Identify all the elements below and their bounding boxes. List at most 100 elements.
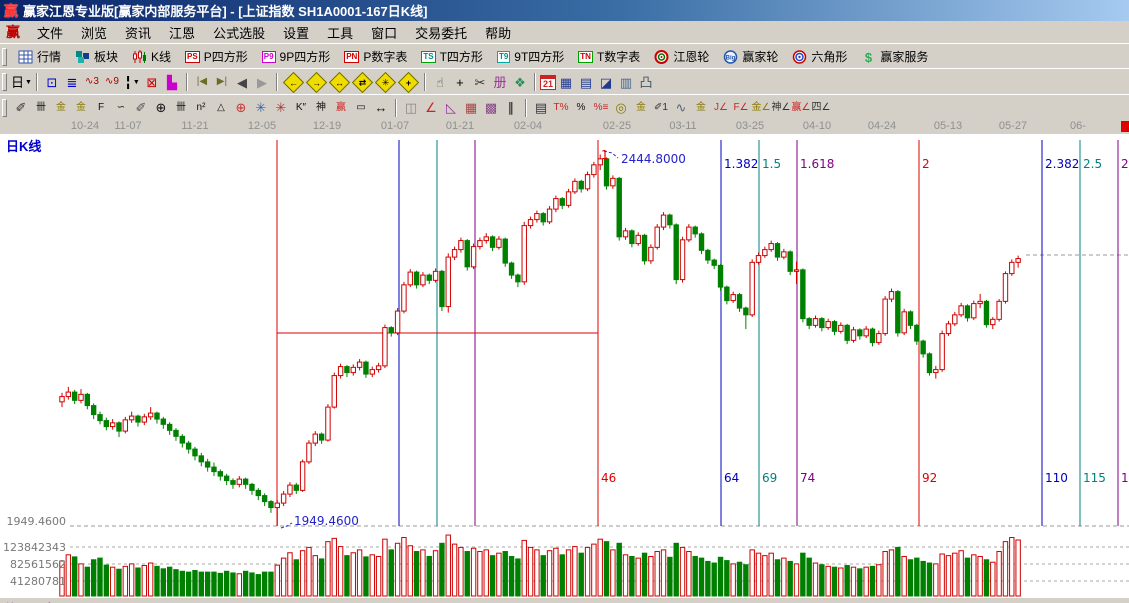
toolbar-grip[interactable] (2, 98, 7, 117)
j-angle-tool-button[interactable]: J∠ (711, 97, 731, 118)
gold-circle-tool-button[interactable]: ◎ (611, 97, 631, 118)
prev-page-button[interactable]: ◀ (232, 72, 252, 93)
f-comb-tool-button[interactable]: F (91, 97, 111, 118)
menu-browse[interactable]: 浏览 (72, 24, 116, 43)
quote-list-tool-button[interactable]: ≣ (62, 72, 82, 93)
pen1-tool-button[interactable]: ✐1 (651, 97, 671, 118)
chart-3-tool-button[interactable]: ∿3 (82, 72, 102, 93)
menu-file[interactable]: 文件 (28, 24, 72, 43)
comb-tool-button[interactable]: 卌 (31, 97, 51, 118)
circle3-tool-button[interactable]: ⊕ (151, 97, 171, 118)
shift-left-button[interactable]: ← (282, 71, 305, 93)
quotes-button[interactable]: 行情 (11, 46, 68, 67)
gold-underline-tool-button[interactable]: 金 (691, 97, 711, 118)
winner-service-button[interactable]: $ 赢家服务 (854, 46, 935, 67)
ying-angle-tool-button[interactable]: 赢∠ (791, 97, 811, 118)
ruler-tool-button[interactable]: ▭ (351, 97, 371, 118)
zoom-window-tool-button[interactable]: ⊡ (42, 72, 62, 93)
list-tool-button[interactable]: ▤ (531, 97, 551, 118)
shift-right-button[interactable]: → (305, 71, 328, 93)
calculator-tool-button[interactable]: ▦ (556, 72, 576, 93)
toolbar-grip[interactable] (2, 47, 7, 66)
toolbar-grip[interactable] (2, 73, 7, 91)
erase-tool-button[interactable]: ✂ (470, 72, 490, 93)
notes-tool-button[interactable]: ▤ (576, 72, 596, 93)
comb2-tool-button[interactable]: 卌 (171, 97, 191, 118)
menu-gann[interactable]: 江恩 (160, 24, 204, 43)
web-tool-button[interactable]: ✳ (251, 97, 271, 118)
candle-style-tool-button[interactable]: ╏ ▼ (122, 72, 142, 93)
angle-tool-button[interactable]: △ (211, 97, 231, 118)
expand-h-button[interactable]: ↔ (328, 71, 351, 93)
purple-book-tool-button[interactable]: 册 (490, 72, 510, 93)
shen-angle-tool-button[interactable]: 神∠ (771, 97, 791, 118)
compress-h-button[interactable]: ⇄ (351, 71, 374, 93)
hand-tool-button[interactable]: ☝ (430, 72, 450, 93)
grid-box-tool-button[interactable]: ▦ (461, 97, 481, 118)
gold-lines-tool-button[interactable]: 金 (631, 97, 651, 118)
crosshair-tool-button[interactable]: + (450, 72, 470, 93)
grid-box2-tool-button[interactable]: ▩ (481, 97, 501, 118)
gann-wheel-button[interactable]: 江恩轮 (647, 46, 716, 67)
candle-style-tool-icon: ╏ (124, 74, 132, 90)
calendar-tool-button[interactable]: 21 (539, 74, 556, 90)
menu-formula-pick[interactable]: 公式选股 (204, 24, 274, 43)
chart-9-tool-button[interactable]: ∿9 (102, 72, 122, 93)
menu-news[interactable]: 资讯 (116, 24, 160, 43)
sectors-button[interactable]: 板块 (68, 46, 125, 67)
gold-angle-tool-button[interactable]: 金∠ (751, 97, 771, 118)
first-page-button[interactable]: |◀ (192, 72, 212, 93)
last-page-button[interactable]: ▶| (212, 72, 232, 93)
9p-square-button[interactable]: P9 9P四方形 (255, 46, 337, 67)
menu-window[interactable]: 窗口 (362, 24, 406, 43)
chart-area[interactable]: 46 1.382 64 1.5 69 1.618 74 2 92 2.382 110 2.5 115 2.… (0, 134, 1129, 603)
gray-box-tool-icon: ◫ (404, 100, 418, 115)
winner-wheel-button[interactable]: Big 赢家轮 (716, 46, 785, 67)
t-number-table-button[interactable]: TN T数字表 (571, 46, 647, 67)
pen3-tool-button[interactable]: ✐ (131, 97, 151, 118)
export-tool-button[interactable]: ▥ (616, 72, 636, 93)
print-tool-button[interactable]: 凸 (636, 72, 656, 93)
pen-tool-button[interactable]: ✐ (11, 97, 31, 118)
color-bars-tool-button[interactable]: ▙ (162, 72, 182, 93)
percent-lines-tool-button[interactable]: %≡ (591, 97, 611, 118)
width-tool-button[interactable]: ↔ (371, 97, 391, 118)
hexagon-button[interactable]: 六角形 (785, 46, 854, 67)
n-square-tool-button[interactable]: n² (191, 97, 211, 118)
k-mark-tool-button[interactable]: K″ (291, 97, 311, 118)
ying-comb-tool-button[interactable]: 赢 (331, 97, 351, 118)
zoom-fit-button[interactable]: + (397, 71, 420, 93)
fan-tool-button[interactable]: ∠ (421, 97, 441, 118)
kline-button[interactable]: K线 (125, 46, 178, 67)
s-comb-tool-button[interactable]: ∽ (111, 97, 131, 118)
next-page-button[interactable]: ▶ (252, 72, 272, 93)
menu-tools[interactable]: 工具 (318, 24, 362, 43)
frame-tool-button[interactable]: ⊠ (142, 72, 162, 93)
t-percent-tool-button[interactable]: T% (551, 97, 571, 118)
p-square-button[interactable]: PS P四方形 (178, 46, 255, 67)
date-tick: 03-11 (669, 120, 697, 132)
kline-chart-canvas[interactable]: 46 1.382 64 1.5 69 1.618 74 2 92 2.382 110 2.5 115 2.… (0, 134, 1129, 603)
green-knot-tool-button[interactable]: ❖ (510, 72, 530, 93)
wave-tool-button[interactable]: ∿ (671, 97, 691, 118)
save-tool-button[interactable]: ◪ (596, 72, 616, 93)
parallel-tool-button[interactable]: ∥ (501, 97, 521, 118)
t-square-button[interactable]: TS T四方形 (414, 46, 490, 67)
fan-box-tool-button[interactable]: ◺ (441, 97, 461, 118)
f-angle-tool-button[interactable]: F∠ (731, 97, 751, 118)
9t-square-button[interactable]: T9 9T四方形 (490, 46, 571, 67)
menu-trade[interactable]: 交易委托 (406, 24, 476, 43)
p-number-table-button[interactable]: PN P数字表 (337, 46, 414, 67)
compass-tool-button[interactable]: ⊕ (231, 97, 251, 118)
menu-help[interactable]: 帮助 (476, 24, 520, 43)
zoom-out-all-button[interactable]: ✳ (374, 71, 397, 93)
gold-comb2-tool-button[interactable]: 金 (71, 97, 91, 118)
percent-tool-button[interactable]: % (571, 97, 591, 118)
gold-comb-tool-button[interactable]: 金 (51, 97, 71, 118)
gray-box-tool-button[interactable]: ◫ (401, 97, 421, 118)
four-angle-tool-button[interactable]: 四∠ (811, 97, 831, 118)
shen-comb-tool-button[interactable]: 神 (311, 97, 331, 118)
period-dropdown-button[interactable]: 日 ▼ (11, 72, 32, 93)
web-box-tool-button[interactable]: ✳ (271, 97, 291, 118)
menu-settings[interactable]: 设置 (274, 24, 318, 43)
